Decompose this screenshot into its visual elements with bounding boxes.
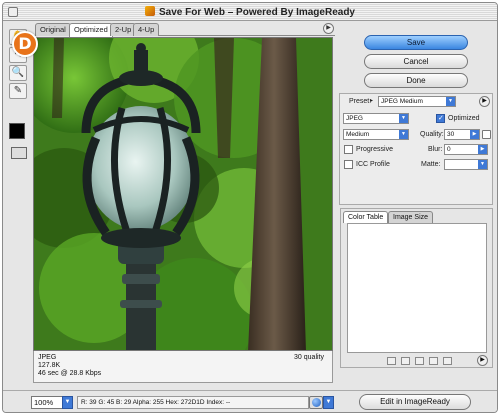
chevron-right-icon: ▶ <box>478 145 487 154</box>
imageready-logo-icon <box>144 6 155 16</box>
save-button[interactable]: Save <box>364 35 468 50</box>
file-format-value: JPEG <box>346 115 363 122</box>
file-format-select[interactable]: JPEG ▼ <box>343 113 409 124</box>
chevron-down-icon: ▼ <box>399 130 408 139</box>
tab-image-size[interactable]: Image Size <box>388 211 434 223</box>
optimized-checkbox[interactable] <box>436 114 445 123</box>
quality-channel-mask-icon[interactable] <box>482 130 491 139</box>
color-table-menu-arrow-icon[interactable]: ▶ <box>477 355 488 366</box>
optimized-label: Optimized <box>448 115 480 122</box>
trash-icon[interactable] <box>443 357 452 365</box>
window-title: Save For Web – Powered By ImageReady <box>3 6 497 18</box>
save-for-web-window: Save For Web – Powered By ImageReady ✋ ↖… <box>2 2 498 413</box>
title-bar: Save For Web – Powered By ImageReady <box>3 3 497 21</box>
matte-select[interactable]: ▼ <box>444 159 488 170</box>
preset-select-value: JPEG Medium <box>381 98 423 105</box>
new-color-icon[interactable] <box>429 357 438 365</box>
color-readout: R: 39 G: 45 B: 29 Alpha: 255 Hex: 272D1D… <box>77 396 309 409</box>
web-shift-icon[interactable] <box>401 357 410 365</box>
blur-label: Blur: <box>428 146 443 153</box>
image-download-time: 46 sec @ 28.8 Kbps <box>38 370 102 377</box>
image-info-panel: JPEG 127.8K 46 sec @ 28.8 Kbps 30 qualit… <box>33 351 333 383</box>
map-to-transparent-icon[interactable] <box>387 357 396 365</box>
window-title-text: Save For Web – Powered By ImageReady <box>158 7 355 18</box>
optimize-settings-panel: Preset: ▸ JPEG Medium ▼ ▶ JPEG ▼ Optimized… <box>339 93 493 205</box>
icc-profile-checkbox[interactable] <box>344 160 353 169</box>
lock-color-icon[interactable] <box>415 357 424 365</box>
tab-optimized[interactable]: Optimized <box>69 23 113 37</box>
done-button[interactable]: Done <box>364 73 468 88</box>
image-format: JPEG <box>38 354 57 361</box>
zoom-tool-icon[interactable]: 🔍 <box>9 65 27 81</box>
chevron-down-icon: ▼ <box>446 97 455 106</box>
blur-value: 0 <box>447 146 451 153</box>
quality-value: 30 <box>447 131 455 138</box>
toggle-slices-visibility-icon[interactable] <box>11 147 27 159</box>
matte-label: Matte: <box>421 161 441 168</box>
tab-color-table[interactable]: Color Table <box>343 211 389 223</box>
chevron-right-icon: ▶ <box>470 130 479 139</box>
preset-dropdown-arrow-icon: ▸ <box>370 98 374 104</box>
zoom-dropdown-arrow-icon[interactable]: ▼ <box>62 396 73 409</box>
eyedropper-color-swatch[interactable] <box>9 123 25 139</box>
progressive-label: Progressive <box>356 146 393 153</box>
browser-globe-icon <box>312 398 321 407</box>
chevron-down-icon: ▼ <box>478 160 487 169</box>
browser-select-arrow-icon[interactable]: ▼ <box>323 396 334 409</box>
preset-label: Preset: <box>349 98 372 105</box>
image-quality-label: 30 quality <box>294 354 324 361</box>
chevron-down-icon: ▼ <box>399 114 408 123</box>
quality-preset-select[interactable]: Medium ▼ <box>343 129 409 140</box>
view-tabs: Original Optimized 2-Up 4-Up <box>33 23 335 37</box>
blur-input[interactable]: 0 ▶ <box>444 144 488 155</box>
color-table-swatches[interactable] <box>347 223 487 353</box>
cancel-button[interactable]: Cancel <box>364 54 468 69</box>
color-table-panel: Color Table Image Size ▶ <box>340 208 493 368</box>
step-badge: D <box>12 31 38 57</box>
tab-4-up[interactable]: 4-Up <box>133 23 160 36</box>
preview-in-browser-button[interactable] <box>309 396 323 409</box>
quality-preset-value: Medium <box>346 131 370 138</box>
preview-menu-arrow-icon[interactable]: ▶ <box>323 23 334 34</box>
preset-select[interactable]: JPEG Medium ▼ <box>378 96 456 107</box>
status-bar: 100% ▼ R: 39 G: 45 B: 29 Alpha: 255 Hex:… <box>3 390 497 412</box>
optimize-menu-arrow-icon[interactable]: ▶ <box>479 96 490 107</box>
quality-label: Quality: <box>420 131 444 138</box>
edit-in-imageready-button[interactable]: Edit in ImageReady <box>359 394 471 410</box>
eyedropper-tool-icon[interactable]: ✎ <box>9 83 27 99</box>
image-file-size: 127.8K <box>38 362 61 369</box>
quality-input[interactable]: 30 ▶ <box>444 129 480 140</box>
progressive-checkbox[interactable] <box>344 145 353 154</box>
tab-original[interactable]: Original <box>35 23 71 36</box>
icc-profile-label: ICC Profile <box>356 161 390 168</box>
street-lamp-photo <box>34 38 332 350</box>
optimized-image-preview[interactable] <box>33 37 333 351</box>
